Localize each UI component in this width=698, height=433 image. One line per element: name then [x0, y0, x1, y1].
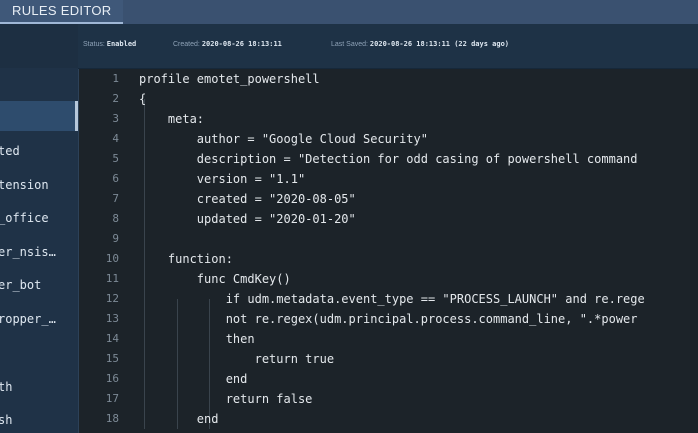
- rules-sidebar: ted tension _office er_nsis… er_bot ropp…: [0, 24, 79, 433]
- last-saved-label: Last Saved:: [331, 41, 368, 48]
- code-line: 1 profile emotet_powershell: [79, 69, 698, 89]
- sidebar-item[interactable]: er_nsis…: [0, 237, 78, 267]
- code-text[interactable]: profile emotet_powershell: [139, 69, 320, 89]
- line-number: 8: [112, 212, 119, 225]
- code-line: 3 meta:: [79, 109, 698, 129]
- code-text[interactable]: then: [139, 329, 255, 349]
- sidebar-item[interactable]: ropper_…: [0, 304, 78, 334]
- tab-rules-editor[interactable]: RULES EDITOR: [0, 0, 124, 24]
- status-segment: Status: Enabled: [83, 40, 136, 48]
- line-number: 11: [105, 272, 119, 285]
- line-number: 16: [105, 372, 119, 385]
- code-line: 12 if udm.metadata.event_type == "PROCES…: [79, 289, 698, 309]
- sidebar-item[interactable]: _office: [0, 203, 78, 233]
- code-text[interactable]: func CmdKey(): [139, 269, 291, 289]
- line-number: 10: [105, 252, 119, 265]
- code-line: 11 func CmdKey(): [79, 269, 698, 289]
- sidebar-item[interactable]: er_bot: [0, 270, 78, 300]
- last-saved-timestamp: 2020-08-26 18:13:11 (22 days ago): [369, 40, 509, 48]
- code-line: 8 updated = "2020-01-20": [79, 209, 698, 229]
- sidebar-header: [0, 24, 78, 68]
- sidebar-item-selected[interactable]: [0, 101, 78, 131]
- code-line: 4 author = "Google Cloud Security": [79, 129, 698, 149]
- line-number: 14: [105, 332, 119, 345]
- line-number: 7: [112, 192, 119, 205]
- line-number: 13: [105, 312, 119, 325]
- code-text[interactable]: {: [139, 89, 146, 109]
- code-line: 14 then: [79, 329, 698, 349]
- code-line: 10 function:: [79, 249, 698, 269]
- code-text[interactable]: end: [139, 369, 248, 389]
- created-label: Created:: [173, 41, 200, 48]
- code-line: 9: [79, 229, 698, 249]
- code-text[interactable]: version = "1.1": [139, 169, 305, 189]
- code-text[interactable]: if udm.metadata.event_type == "PROCESS_L…: [139, 289, 645, 309]
- line-number: 1: [112, 72, 119, 85]
- code-line: 5 description = "Detection for odd casin…: [79, 149, 698, 169]
- line-number: 2: [112, 92, 119, 105]
- code-line: 17 return false: [79, 389, 698, 409]
- line-number: 6: [112, 172, 119, 185]
- sidebar-item[interactable]: tension: [0, 170, 78, 200]
- code-text[interactable]: end: [139, 409, 219, 429]
- saved-segment: Last Saved: 2020-08-26 18:13:11 (22 days…: [331, 40, 509, 48]
- sidebar-item[interactable]: ted: [0, 136, 78, 166]
- code-text[interactable]: created = "2020-08-05": [139, 189, 356, 209]
- line-number: 15: [105, 352, 119, 365]
- line-number: 5: [112, 152, 119, 165]
- code-text[interactable]: function:: [139, 249, 233, 269]
- line-number: 12: [105, 292, 119, 305]
- top-bar: RULES EDITOR: [0, 0, 698, 24]
- code-line: 13 not re.regex(udm.principal.process.co…: [79, 309, 698, 329]
- line-number: 3: [112, 112, 119, 125]
- code-line: 18 end: [79, 409, 698, 429]
- code-text[interactable]: return true: [139, 349, 334, 369]
- sidebar-item[interactable]: [0, 338, 78, 368]
- code-line: 7 created = "2020-08-05": [79, 189, 698, 209]
- code-text[interactable]: return false: [139, 389, 313, 409]
- line-number: 17: [105, 392, 119, 405]
- code-editor[interactable]: 1 profile emotet_powershell 2{ 3 meta: 4 …: [79, 69, 698, 433]
- created-segment: Created: 2020-08-26 18:13:11: [173, 40, 282, 48]
- status-label: Status:: [83, 41, 105, 48]
- code-text[interactable]: description = "Detection for odd casing …: [139, 149, 638, 169]
- line-number: 9: [112, 232, 119, 245]
- code-text[interactable]: meta:: [139, 109, 204, 129]
- sidebar-item[interactable]: th: [0, 372, 78, 402]
- created-timestamp: 2020-08-26 18:13:11: [201, 40, 282, 48]
- status-bar: Status: Enabled Created: 2020-08-26 18:1…: [78, 24, 698, 69]
- code-text[interactable]: author = "Google Cloud Security": [139, 129, 428, 149]
- code-line: 2{: [79, 89, 698, 109]
- code-line: 15 return true: [79, 349, 698, 369]
- line-number: 18: [105, 412, 119, 425]
- code-line: 16 end: [79, 369, 698, 389]
- code-line: 6 version = "1.1": [79, 169, 698, 189]
- code-text[interactable]: updated = "2020-01-20": [139, 209, 356, 229]
- code-text[interactable]: not re.regex(udm.principal.process.comma…: [139, 309, 638, 329]
- sidebar-item[interactable]: sh: [0, 405, 78, 433]
- status-badge: Enabled: [106, 40, 137, 48]
- line-number: 4: [112, 132, 119, 145]
